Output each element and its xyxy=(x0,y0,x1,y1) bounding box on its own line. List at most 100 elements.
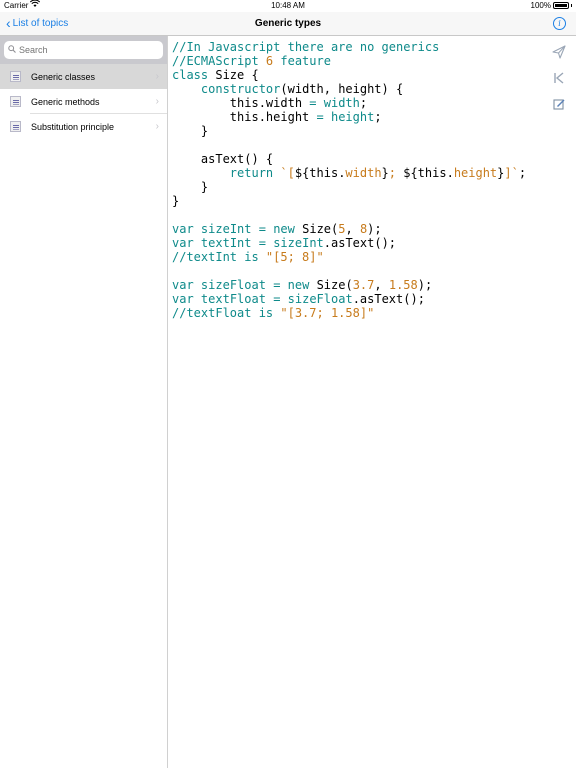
code-token: asText() { xyxy=(172,152,274,166)
code-token: sizeInt xyxy=(200,222,252,236)
code-token: constructor xyxy=(200,82,281,96)
search-icon xyxy=(8,45,16,55)
sidebar-item-substitution-principle[interactable]: Substitution principle › xyxy=(0,114,167,139)
topic-thumbnail-icon xyxy=(10,121,21,132)
code-line: //textInt is "[5; 8]" xyxy=(172,250,526,264)
code-token: (width, height) { xyxy=(280,82,404,96)
code-line: var textInt = sizeInt.asText(); xyxy=(172,236,526,250)
code-token: this.height xyxy=(172,110,317,124)
code-token: = xyxy=(316,110,324,124)
code-token: this.width xyxy=(172,96,310,110)
status-bar: Carrier 10:48 AM 100% xyxy=(0,0,576,12)
code-token: width xyxy=(345,166,382,180)
search-input[interactable] xyxy=(19,45,139,55)
code-token: //textInt is xyxy=(172,250,266,264)
code-token: feature xyxy=(273,54,331,68)
topic-thumbnail-icon xyxy=(10,71,21,82)
send-icon[interactable] xyxy=(552,45,566,59)
code-token: sizeInt xyxy=(273,236,324,250)
sidebar-item-generic-methods[interactable]: Generic methods › xyxy=(0,89,167,114)
code-line: constructor(width, height) { xyxy=(172,82,526,96)
code-line: var sizeFloat = new Size(3.7, 1.58); xyxy=(172,278,526,292)
code-token: = xyxy=(258,222,266,236)
battery-indicator: 100% xyxy=(531,1,572,10)
clock: 10:48 AM xyxy=(271,1,305,10)
info-icon[interactable]: i xyxy=(553,17,566,30)
code-token: //textFloat is xyxy=(172,306,281,320)
code-token: var xyxy=(172,292,194,306)
code-token: "[5; 8]" xyxy=(265,250,324,264)
search-field[interactable] xyxy=(4,41,163,59)
code-line: //In Javascript there are no generics xyxy=(172,40,526,54)
code-token: ${this. xyxy=(403,166,454,180)
code-token: ; xyxy=(388,166,404,180)
code-token: height xyxy=(453,166,498,180)
search-bar xyxy=(0,36,167,64)
code-token: Size( xyxy=(309,278,353,292)
edit-icon[interactable] xyxy=(552,97,566,111)
sidebar-item-label: Substitution principle xyxy=(31,121,115,132)
code-token: //ECMAScript xyxy=(172,54,266,68)
code-line: //textFloat is "[3.7; 1.58]" xyxy=(172,306,526,320)
code-line: this.height = height; xyxy=(172,110,526,124)
code-line: class Size { xyxy=(172,68,526,82)
code-token: } xyxy=(172,180,209,194)
code-token: height xyxy=(330,110,375,124)
chevron-right-icon: › xyxy=(155,71,159,82)
chevron-right-icon: › xyxy=(155,96,159,107)
code-token: ; xyxy=(518,166,527,180)
code-token: 3.7 xyxy=(352,278,375,292)
code-line: var sizeInt = new Size(5, 8); xyxy=(172,222,526,236)
code-token: ]` xyxy=(504,166,519,180)
code-token: new xyxy=(287,278,310,292)
code-token: } xyxy=(381,166,389,180)
code-token: new xyxy=(273,222,295,236)
code-token: sizeFloat xyxy=(200,278,266,292)
code-token: 1.58 xyxy=(388,278,418,292)
navigation-bar: ‹ List of topics Generic types i xyxy=(0,12,576,36)
code-token: sizeFloat xyxy=(287,292,353,306)
code-token: Size { xyxy=(208,68,259,82)
code-token: `[ xyxy=(280,166,295,180)
code-token: ; xyxy=(374,110,382,124)
page-title: Generic types xyxy=(254,18,322,29)
topic-thumbnail-icon xyxy=(10,96,21,107)
skip-back-icon[interactable] xyxy=(552,71,566,85)
code-token: } xyxy=(172,124,209,138)
code-token: ${this. xyxy=(294,166,346,180)
code-line: var textFloat = sizeFloat.asText(); xyxy=(172,292,526,306)
sidebar-item-generic-classes[interactable]: Generic classes › xyxy=(0,64,167,89)
sidebar-item-label: Generic methods xyxy=(31,96,100,107)
sidebar: Generic classes › Generic methods › Subs… xyxy=(0,36,168,768)
code-token: return xyxy=(229,166,274,180)
code-token: //In Javascript there are no generics xyxy=(172,40,440,54)
code-line: this.width = width; xyxy=(172,96,526,110)
code-token: ); xyxy=(367,222,382,236)
battery-percent: 100% xyxy=(530,1,551,10)
code-line: asText() { xyxy=(172,152,526,166)
code-line: } xyxy=(172,180,526,194)
code-line: } xyxy=(172,124,526,138)
code-token: , xyxy=(374,278,389,292)
code-token: = xyxy=(258,236,266,250)
code-line: return `[${this.width}; ${this.height}]`… xyxy=(172,166,526,180)
code-line: //ECMAScript 6 feature xyxy=(172,54,526,68)
code-token: Size( xyxy=(294,222,339,236)
code-token: = xyxy=(309,96,317,110)
code-token: textInt xyxy=(200,236,252,250)
detail-toolbar xyxy=(552,45,566,123)
code-token: .asText(); xyxy=(352,292,425,306)
